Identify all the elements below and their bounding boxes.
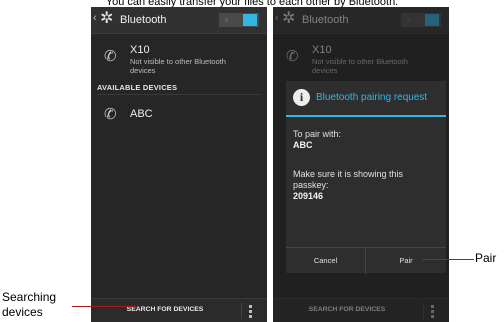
available-devices-header: AVAILABLE DEVICES — [97, 83, 178, 92]
dialog-title: Bluetooth pairing request — [316, 92, 428, 103]
screen-title: Bluetooth — [302, 14, 349, 26]
cancel-button[interactable]: Cancel — [286, 248, 365, 274]
bottom-action-bar: SEARCH FOR DEVICES — [91, 298, 267, 322]
search-for-devices-button: SEARCH FOR DEVICES — [308, 306, 386, 313]
search-for-devices-button[interactable]: SEARCH FOR DEVICES — [91, 306, 239, 313]
toggle-knob — [425, 14, 439, 26]
bottom-bar-divider — [423, 303, 424, 319]
pair-device-name: ABC — [293, 140, 313, 150]
phone-icon: ✆ — [104, 48, 117, 65]
search-pointer-line — [72, 306, 136, 307]
back-chevron-icon[interactable]: ‹ — [93, 12, 97, 24]
pair-with-label: To pair with: — [293, 129, 342, 139]
dialog-header: i Bluetooth pairing request — [286, 81, 446, 117]
settings-gear-icon: ✲ — [100, 10, 114, 27]
pair-pointer-line — [422, 259, 474, 260]
info-icon: i — [293, 89, 310, 106]
my-device-name: X10 — [130, 44, 150, 56]
pairing-request-dialog: i Bluetooth pairing request To pair with… — [286, 81, 446, 274]
back-chevron-icon: ‹ — [275, 12, 279, 24]
device-name: ABC — [130, 108, 153, 120]
section-divider — [97, 94, 261, 95]
settings-gear-icon: ✲ — [282, 10, 296, 27]
my-device-status: Not visible to other Bluetooth devices — [312, 57, 408, 75]
bottom-action-bar: SEARCH FOR DEVICES — [273, 298, 449, 322]
overflow-menu-icon — [431, 305, 434, 320]
bottom-bar-divider — [241, 303, 242, 319]
my-device-status: Not visible to other Bluetooth devices — [130, 57, 226, 75]
pair-button[interactable]: Pair — [366, 248, 446, 274]
action-bar: ‹ ✲ Bluetooth — [91, 7, 267, 34]
bluetooth-toggle — [401, 13, 441, 27]
searching-devices-annotation: Searching devices — [2, 290, 57, 319]
phone-icon: ✆ — [286, 48, 299, 65]
toggle-off-track — [407, 18, 410, 22]
action-bar: ‹ ✲ Bluetooth — [273, 7, 449, 34]
bluetooth-settings-screen: ‹ ✲ Bluetooth ✆ X10 Not visible to other… — [91, 7, 267, 322]
toggle-knob — [243, 14, 257, 26]
my-device-name: X10 — [312, 44, 332, 56]
overflow-menu-icon[interactable] — [249, 305, 252, 320]
screen-title: Bluetooth — [120, 14, 167, 26]
bluetooth-toggle[interactable] — [219, 13, 259, 27]
pair-annotation: Pair — [475, 251, 497, 265]
passkey-value: 209146 — [293, 191, 324, 201]
toggle-off-track — [225, 18, 228, 22]
passkey-instruction: Make sure it is showing this passkey: — [293, 169, 404, 190]
dialog-button-bar: Cancel Pair — [286, 247, 446, 274]
phone-icon: ✆ — [104, 106, 117, 123]
